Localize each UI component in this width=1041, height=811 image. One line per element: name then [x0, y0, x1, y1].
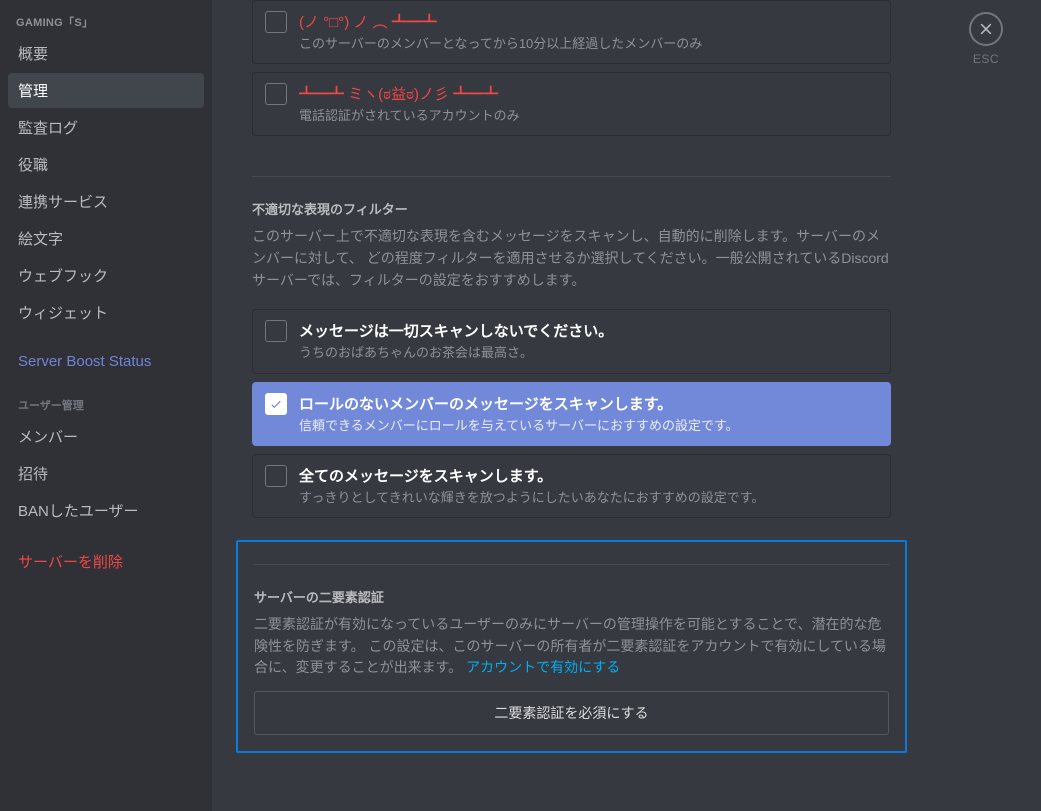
close-button[interactable]: [969, 12, 1003, 46]
mfa-description: 二要素認証が有効になっているユーザーのみにサーバーの管理操作を可能とすることで、…: [254, 614, 889, 679]
mfa-require-button[interactable]: 二要素認証を必須にする: [254, 691, 889, 735]
option-desc: 電話認証がされているアカウントのみ: [299, 107, 878, 125]
sidebar-item-moderation[interactable]: 管理: [8, 73, 204, 108]
filter-option-all[interactable]: 全てのメッセージをスキャンします。 すっきりとしてきれいな輝きを放つようにしたい…: [252, 454, 891, 518]
sidebar-item-boost[interactable]: Server Boost Status: [8, 346, 204, 377]
mfa-enable-link[interactable]: アカウントで有効にする: [466, 659, 620, 675]
settings-sidebar: GAMING「S」 概要 管理 監査ログ 役職 連携サービス 絵文字 ウェブフッ…: [0, 0, 212, 811]
sidebar-item-integrations[interactable]: 連携サービス: [8, 184, 204, 219]
option-desc: 信頼できるメンバーにロールを与えているサーバーにおすすめの設定です。: [299, 417, 878, 435]
filter-option-none[interactable]: メッセージは一切スキャンしないでください。 うちのおばあちゃんのお茶会は最高さ。: [252, 309, 891, 373]
close-icon: [978, 21, 994, 37]
check-icon: [269, 397, 283, 411]
close-column: ESC: [931, 0, 1041, 811]
sidebar-server-name: GAMING「S」: [8, 10, 204, 36]
sidebar-item-webhooks[interactable]: ウェブフック: [8, 258, 204, 293]
filter-description: このサーバー上で不適切な表現を含むメッセージをスキャンし、自動的に削除します。サ…: [252, 226, 891, 291]
filter-option-no-role[interactable]: ロールのないメンバーのメッセージをスキャンします。 信頼できるメンバーにロールを…: [252, 382, 891, 446]
option-desc: うちのおばあちゃんのお茶会は最高さ。: [299, 344, 878, 362]
verification-option-10min[interactable]: (ノ °□°) ノ ︵ ┻━┻ このサーバーのメンバーとなってから10分以上経過…: [252, 0, 891, 64]
sidebar-item-members[interactable]: メンバー: [8, 419, 204, 454]
option-desc: このサーバーのメンバーとなってから10分以上経過したメンバーのみ: [299, 35, 878, 53]
checkbox[interactable]: [265, 11, 287, 33]
mfa-heading: サーバーの二要素認証: [254, 587, 889, 606]
verification-option-phone[interactable]: ┻━┻ ミヽ(ಠ益ಠ)ノ彡 ┻━┻ 電話認証がされているアカウントのみ: [252, 72, 891, 136]
checkbox[interactable]: [265, 83, 287, 105]
sidebar-item-emoji[interactable]: 絵文字: [8, 221, 204, 256]
checkbox[interactable]: [265, 320, 287, 342]
option-title: 全てのメッセージをスキャンします。: [299, 465, 878, 486]
checkbox[interactable]: [265, 393, 287, 415]
section-divider: [254, 564, 889, 565]
sidebar-item-delete-server[interactable]: サーバーを削除: [8, 544, 204, 579]
settings-main: (ノ °□°) ノ ︵ ┻━┻ このサーバーのメンバーとなってから10分以上経過…: [212, 0, 931, 811]
option-title: (ノ °□°) ノ ︵ ┻━┻: [299, 11, 878, 32]
option-title: ┻━┻ ミヽ(ಠ益ಠ)ノ彡 ┻━┻: [299, 83, 878, 104]
option-title: メッセージは一切スキャンしないでください。: [299, 320, 878, 341]
option-title: ロールのないメンバーのメッセージをスキャンします。: [299, 393, 878, 414]
sidebar-item-bans[interactable]: BANしたユーザー: [8, 493, 204, 528]
sidebar-subheader-user-mgmt: ユーザー管理: [8, 379, 204, 419]
sidebar-item-widget[interactable]: ウィジェット: [8, 295, 204, 330]
sidebar-item-audit-log[interactable]: 監査ログ: [8, 110, 204, 145]
sidebar-item-invites[interactable]: 招待: [8, 456, 204, 491]
checkbox[interactable]: [265, 465, 287, 487]
section-divider: [252, 176, 891, 177]
sidebar-item-overview[interactable]: 概要: [8, 36, 204, 71]
filter-heading: 不適切な表現のフィルター: [252, 199, 891, 218]
option-desc: すっきりとしてきれいな輝きを放つようにしたいあなたにおすすめの設定です。: [299, 489, 878, 507]
mfa-highlight-box: サーバーの二要素認証 二要素認証が有効になっているユーザーのみにサーバーの管理操…: [236, 540, 907, 753]
sidebar-item-roles[interactable]: 役職: [8, 147, 204, 182]
close-label: ESC: [973, 52, 999, 66]
